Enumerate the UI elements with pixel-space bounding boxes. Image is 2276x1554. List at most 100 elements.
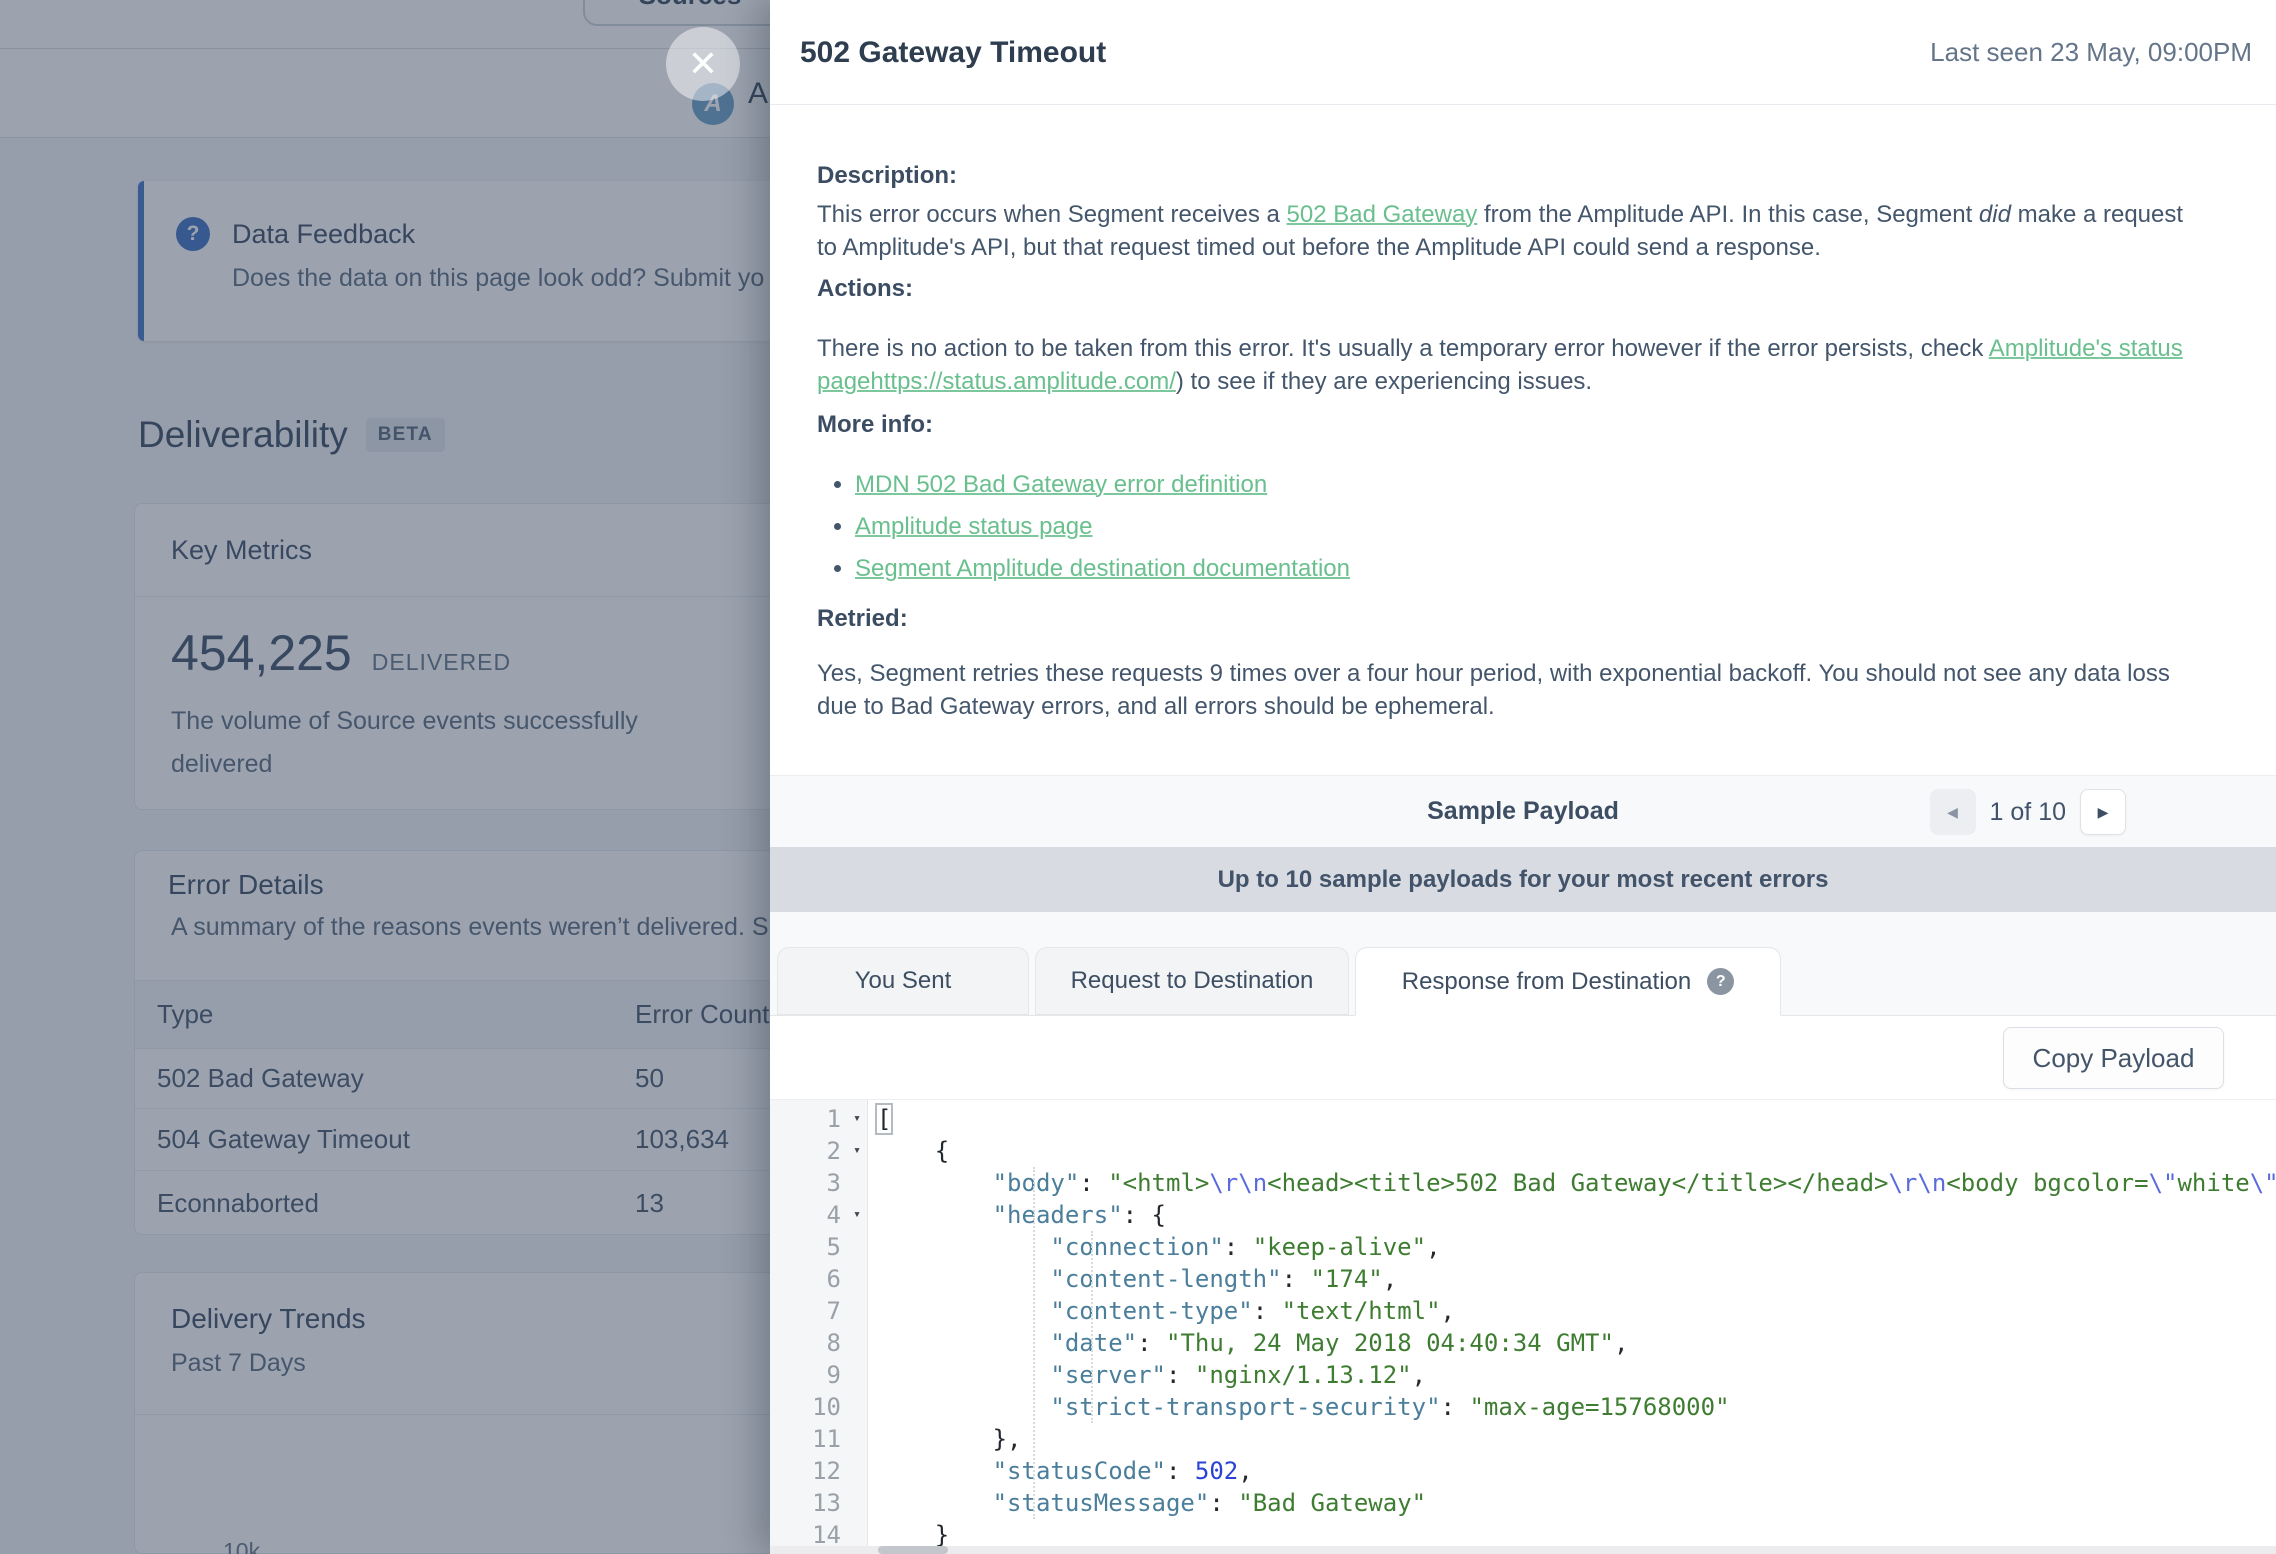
code-token: "text/html" <box>1282 1297 1441 1325</box>
code-token: , <box>1441 1297 1455 1325</box>
drawer-header: 502 Gateway Timeout Last seen 23 May, 09… <box>770 0 2276 105</box>
code-area: [ { "body": "<html>\r\n<head><title>502 … <box>868 1100 2276 1554</box>
code-token: "keep-alive" <box>1253 1233 1426 1261</box>
line-number: 13 <box>812 1487 841 1519</box>
list-item: MDN 502 Bad Gateway error definition <box>855 464 2206 506</box>
tab-you-sent[interactable]: You Sent <box>777 947 1029 1015</box>
horizontal-scrollbar[interactable] <box>770 1546 2276 1554</box>
line-number: 12 <box>812 1455 841 1487</box>
description-text: This error occurs when Segment receives … <box>817 198 2206 264</box>
code-token: } <box>877 1521 949 1549</box>
indent-guide <box>1033 1167 1035 1519</box>
last-seen-timestamp: Last seen 23 May, 09:00PM <box>1930 0 2252 105</box>
copy-payload-button[interactable]: Copy Payload <box>2003 1027 2224 1089</box>
payload-tabs: You Sent Request to Destination Response… <box>770 947 2276 1016</box>
gutter-row: 12 <box>770 1455 867 1487</box>
code-token: \" <box>2149 1169 2178 1197</box>
line-number: 7 <box>827 1295 841 1327</box>
segment-docs-link[interactable]: Segment Amplitude destination documentat… <box>855 555 1350 582</box>
code-token <box>877 1265 1050 1293</box>
text-segment: ) to see if they are experiencing issues… <box>1176 368 1592 395</box>
line-number: 5 <box>827 1231 841 1263</box>
code-token: : <box>1209 1489 1238 1517</box>
payload-toolbar: Copy Payload <box>770 1016 2276 1100</box>
actions-label: Actions: <box>817 273 2206 305</box>
tab-response-from-destination[interactable]: Response from Destination ? <box>1355 947 1781 1016</box>
code-line: "server": "nginx/1.13.12", <box>877 1359 2276 1391</box>
gutter-row: 1▾ <box>770 1103 867 1135</box>
line-number: 3 <box>827 1167 841 1199</box>
code-line: "strict-transport-security": "max-age=15… <box>877 1391 2276 1423</box>
code-token: <head><title>502 Bad Gateway</title></he… <box>1267 1169 1888 1197</box>
line-number: 2 <box>827 1135 841 1167</box>
list-item: Amplitude status page <box>855 506 2206 548</box>
code-token: "Bad Gateway" <box>1238 1489 1426 1517</box>
code-token: : <box>1166 1457 1195 1485</box>
json-code-viewer[interactable]: 1▾2▾34▾567891011121314 [ { "body": "<htm… <box>770 1100 2276 1554</box>
code-token: "statusCode" <box>993 1457 1166 1485</box>
fold-caret-icon[interactable]: ▾ <box>853 1135 861 1167</box>
code-token: "Thu, 24 May 2018 04:40:34 GMT" <box>1166 1329 1614 1357</box>
code-line: "statusCode": 502, <box>877 1455 2276 1487</box>
inline-link[interactable]: 502 Bad Gateway <box>1287 201 1478 228</box>
code-token: \r\n <box>1888 1169 1946 1197</box>
amplitude-status-link[interactable]: Amplitude status page <box>855 513 1092 540</box>
fold-caret-icon[interactable]: ▾ <box>853 1103 861 1135</box>
line-number: 6 <box>827 1263 841 1295</box>
text-segment: did <box>1979 201 2011 228</box>
code-token: : <box>1282 1265 1311 1293</box>
code-token: , <box>1238 1457 1252 1485</box>
code-token: }, <box>877 1425 1022 1453</box>
line-number: 4 <box>827 1199 841 1231</box>
code-token: "headers" <box>993 1201 1123 1229</box>
code-token: 502 <box>1195 1457 1238 1485</box>
code-token: \" <box>2250 1169 2276 1197</box>
retried-text: Yes, Segment retries these requests 9 ti… <box>817 657 2206 723</box>
line-number: 1 <box>827 1103 841 1135</box>
sample-payload-section: Sample Payload ◀ 1 of 10 ▶ Up to 10 samp… <box>770 775 2276 1554</box>
code-token <box>877 1393 1050 1421</box>
line-number: 10 <box>812 1391 841 1423</box>
drawer-title: 502 Gateway Timeout <box>800 0 1106 105</box>
code-token: <body bgcolor= <box>1946 1169 2148 1197</box>
fold-caret-icon[interactable]: ▾ <box>853 1199 861 1231</box>
gutter-row: 3 <box>770 1167 867 1199</box>
line-number: 9 <box>827 1359 841 1391</box>
code-token: "statusMessage" <box>993 1489 1210 1517</box>
code-token: : <box>1224 1233 1253 1261</box>
payload-pager: ◀ 1 of 10 ▶ <box>1930 789 2126 835</box>
sample-payload-bar: Sample Payload ◀ 1 of 10 ▶ <box>770 775 2276 847</box>
code-token: "date" <box>1050 1329 1137 1357</box>
code-token: "max-age=15768000" <box>1469 1393 1729 1421</box>
code-line: "body": "<html>\r\n<head><title>502 Bad … <box>877 1167 2276 1199</box>
selected-bracket: [ <box>877 1105 891 1133</box>
list-item: Segment Amplitude destination documentat… <box>855 548 2206 590</box>
code-line: "content-type": "text/html", <box>877 1295 2276 1327</box>
gutter-row: 6 <box>770 1263 867 1295</box>
drawer-body: Description: This error occurs when Segm… <box>817 105 2206 723</box>
code-token: "strict-transport-security" <box>1050 1393 1440 1421</box>
code-token: , <box>1412 1361 1426 1389</box>
more-info-label: More info: <box>817 409 2206 441</box>
scrollbar-thumb[interactable] <box>878 1546 948 1554</box>
tab-request-to-destination[interactable]: Request to Destination <box>1035 947 1349 1015</box>
close-icon: ✕ <box>688 43 718 85</box>
payload-page-indicator: 1 of 10 <box>1990 798 2066 827</box>
code-token <box>877 1201 993 1229</box>
gutter-row: 10 <box>770 1391 867 1423</box>
help-icon[interactable]: ? <box>1707 968 1734 995</box>
gutter-row: 2▾ <box>770 1135 867 1167</box>
previous-payload-button[interactable]: ◀ <box>1930 789 1976 835</box>
mdn-link[interactable]: MDN 502 Bad Gateway error definition <box>855 471 1267 498</box>
next-payload-button[interactable]: ▶ <box>2080 789 2126 835</box>
text-segment: There is no action to be taken from this… <box>817 335 1989 362</box>
code-token: "content-length" <box>1050 1265 1281 1293</box>
close-drawer-button[interactable]: ✕ <box>666 27 740 101</box>
code-token: , <box>1426 1233 1440 1261</box>
error-detail-drawer: 502 Gateway Timeout Last seen 23 May, 09… <box>770 0 2276 1554</box>
gutter-row: 13 <box>770 1487 867 1519</box>
text-segment: This error occurs when Segment receives … <box>817 201 1287 228</box>
gutter-row: 7 <box>770 1295 867 1327</box>
line-number: 8 <box>827 1327 841 1359</box>
code-token: "nginx/1.13.12" <box>1195 1361 1412 1389</box>
